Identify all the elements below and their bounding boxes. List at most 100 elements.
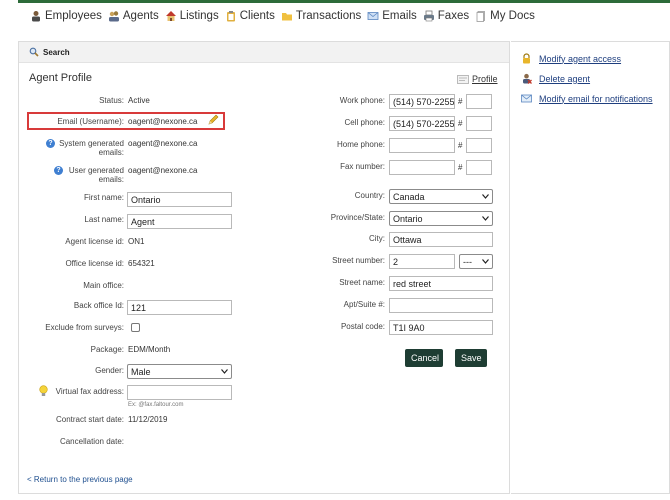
home-ext-input[interactable] [466,138,492,153]
province-selected-value: Ontario [393,214,423,224]
province-select[interactable]: Ontario [389,211,493,226]
profile-card-icon [457,74,469,84]
agent-profile-panel: Search Agent Profile Profile Status: Act… [18,41,510,494]
contract-start-value: 11/12/2019 [128,415,168,424]
country-label: Country: [354,191,385,200]
back-office-label: Back office Id: [73,301,124,310]
main-nav: Employees Agents Listings Clients Transa… [30,7,541,25]
nav-label: Listings [179,10,219,22]
street-name-label: Street name: [339,278,385,287]
save-button[interactable]: Save [455,349,487,367]
fax-number-input[interactable] [389,160,455,175]
agent-license-value: ON1 [128,237,145,246]
nav-agents[interactable]: Agents [108,10,159,22]
nav-my-docs[interactable]: My Docs [475,10,535,22]
city-label: City: [369,234,385,243]
clipboard-icon [226,11,235,22]
return-previous-link[interactable]: < Return to the previous page [27,475,133,484]
extension-hash: # [458,119,463,128]
nav-employees[interactable]: Employees [30,10,102,22]
sys-email-label: System generated emails: [59,139,124,157]
last-name-input[interactable]: Agent [127,214,232,229]
email-label: Email (Username): [57,117,124,126]
work-phone-input[interactable]: (514) 570-2255 [389,94,455,109]
document-icon [476,11,486,22]
street-suffix-selected-value: --- [463,257,472,267]
virtual-fax-label: Virtual fax address: [55,387,124,396]
nav-label: Transactions [295,10,362,22]
gender-label: Gender: [95,366,124,375]
email-value: oagent@nexone.ca [128,117,198,126]
street-suffix-select[interactable]: --- [459,254,493,269]
fax-ext-input[interactable] [466,160,492,175]
last-name-label: Last name: [84,215,124,224]
envelope-icon [367,12,379,20]
chevron-down-icon [482,194,489,199]
nav-listings[interactable]: Listings [165,10,219,22]
sys-email-value: oagent@nexone.ca [128,139,198,148]
modify-agent-access-link[interactable]: Modify agent access [521,53,621,64]
modify-email-notifications-link[interactable]: Modify email for notifications [521,93,653,104]
status-label: Status: [99,96,124,105]
work-ext-input[interactable] [466,94,492,109]
person-icon [32,11,40,22]
delete-agent-link[interactable]: Delete agent [521,73,590,84]
home-phone-input[interactable] [389,138,455,153]
envelope-icon [521,94,532,103]
extension-hash: # [458,97,463,106]
fax-number-label: Fax number: [340,162,385,171]
gender-select[interactable]: Male [127,364,232,379]
help-icon[interactable]: ? [54,166,63,175]
chevron-down-icon [482,259,489,264]
contract-start-label: Contract start date: [55,415,124,424]
office-license-value: 654321 [128,259,155,268]
nav-faxes[interactable]: Faxes [423,10,469,22]
virtual-fax-input[interactable] [127,385,232,400]
chevron-down-icon [221,369,228,374]
nav-label: Emails [382,10,417,22]
exclude-surveys-checkbox[interactable] [131,323,140,332]
street-number-label: Street number: [332,256,385,265]
profile-link[interactable]: Profile [457,74,498,84]
side-item-label: Modify agent access [539,53,622,64]
nav-label: Agents [122,10,159,22]
back-office-input[interactable]: 121 [127,300,232,315]
nav-clients[interactable]: Clients [225,10,275,22]
agents-icon [108,11,119,22]
actions-sidebar: Modify agent access Delete agent Modify … [511,41,670,494]
office-license-label: Office license id: [65,259,124,268]
country-select[interactable]: Canada [389,189,493,204]
virtual-fax-hint: Ex: @fax.faltour.com [128,402,184,408]
cancel-button[interactable]: Cancel [405,349,443,367]
side-item-label: Modify email for notifications [539,93,653,104]
main-office-label: Main office: [83,281,124,290]
top-accent-bar [18,0,670,3]
user-email-label: User generated emails: [68,166,124,184]
cell-phone-input[interactable]: (514) 570-2255 [389,116,455,131]
lock-icon [523,53,530,64]
cell-ext-input[interactable] [466,116,492,131]
first-name-label: First name: [83,193,124,202]
search-bar[interactable]: Search [19,42,509,63]
nav-label: Faxes [437,10,470,22]
city-input[interactable]: Ottawa [389,232,493,247]
first-name-input[interactable]: Ontario [127,192,232,207]
street-name-input[interactable]: red street [389,276,493,291]
street-number-input[interactable]: 2 [389,254,455,269]
cancellation-date-label: Cancellation date: [59,437,124,446]
nav-emails[interactable]: Emails [367,10,417,22]
pencil-icon[interactable] [207,114,219,126]
postal-code-label: Postal code: [340,322,385,331]
search-label: Search [43,47,70,57]
cell-phone-label: Cell phone: [344,118,385,127]
search-icon [29,47,39,57]
extension-hash: # [458,163,463,172]
agent-license-label: Agent license id: [65,237,124,246]
apt-suite-input[interactable] [389,298,493,313]
help-icon[interactable]: ? [46,139,55,148]
side-item-label: Delete agent [539,73,591,84]
profile-link-label: Profile [472,74,498,84]
postal-code-input[interactable]: T1I 9A0 [389,320,493,335]
nav-transactions[interactable]: Transactions [281,10,361,22]
home-phone-label: Home phone: [336,140,385,149]
